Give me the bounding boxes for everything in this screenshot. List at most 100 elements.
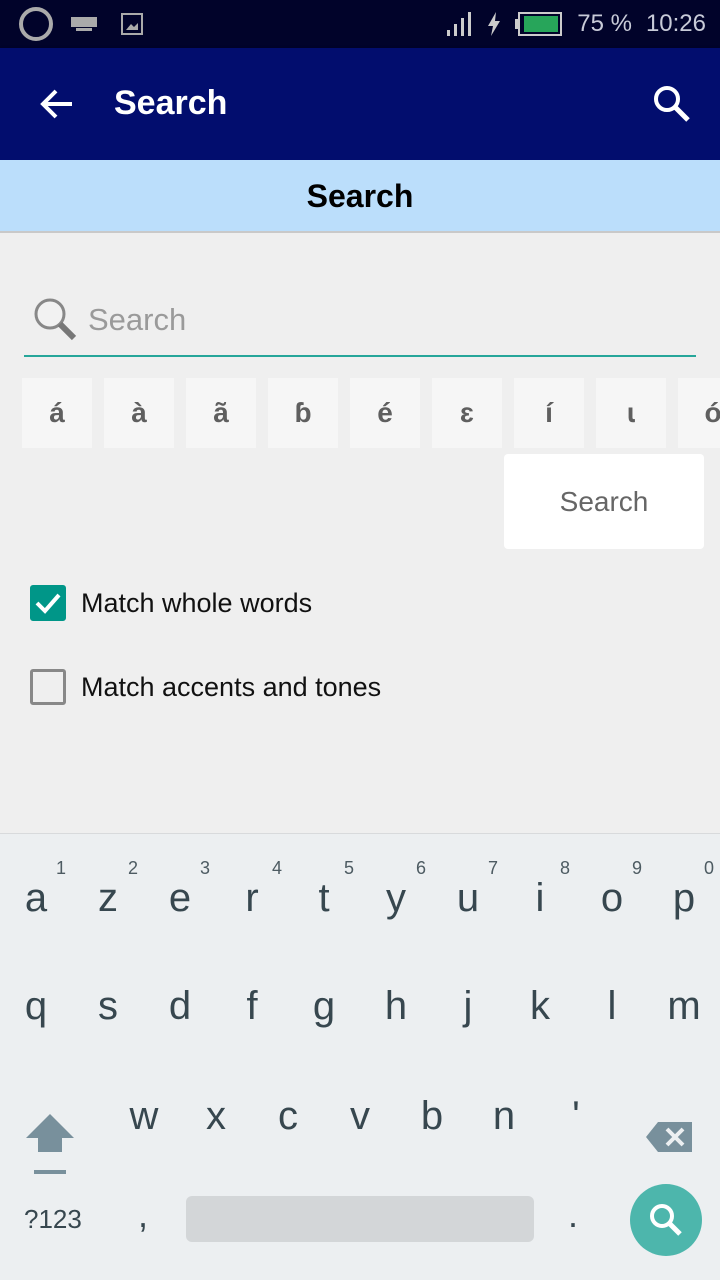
search-action-key[interactable]: [630, 1184, 702, 1256]
symbols-key[interactable]: ?123: [24, 1204, 82, 1235]
keyboard-icon: [71, 17, 97, 31]
key[interactable]: w: [108, 1062, 180, 1162]
char-button[interactable]: ã: [186, 378, 256, 448]
app-bar-title: Search: [114, 84, 228, 122]
key[interactable]: r4: [216, 844, 288, 944]
key-label: u: [456, 876, 480, 920]
char-button[interactable]: í: [514, 378, 584, 448]
key-hint: 1: [55, 858, 66, 878]
key-hint: 0: [703, 858, 714, 878]
key-label: x: [206, 1094, 226, 1138]
key[interactable]: c: [252, 1062, 324, 1162]
key-label: j: [463, 984, 473, 1028]
char-button[interactable]: ɓ: [268, 378, 338, 448]
key[interactable]: b: [396, 1062, 468, 1162]
key[interactable]: ': [540, 1062, 612, 1162]
key[interactable]: y6: [360, 844, 432, 944]
key-label: h: [384, 984, 408, 1028]
key-label: l: [607, 984, 617, 1028]
key-label: w: [129, 1094, 159, 1138]
key[interactable]: n: [468, 1062, 540, 1162]
key-hint: 3: [199, 858, 210, 878]
backspace-icon[interactable]: [644, 1120, 694, 1154]
status-bar: 75 % 10:26: [0, 0, 720, 48]
clock: 10:26: [645, 10, 706, 37]
key-label: q: [24, 984, 48, 1028]
checkbox-checked[interactable]: [30, 585, 66, 621]
key[interactable]: z2: [72, 844, 144, 944]
key-label: z: [98, 876, 118, 920]
key[interactable]: q: [0, 952, 72, 1052]
period-key[interactable]: .: [568, 1194, 578, 1236]
checkbox-unchecked[interactable]: [30, 669, 66, 705]
key-label: s: [98, 984, 118, 1028]
key[interactable]: o9: [576, 844, 648, 944]
back-arrow-icon[interactable]: [38, 86, 74, 122]
key[interactable]: l: [576, 952, 648, 1052]
special-characters-bar: á à ã ɓ é ɛ í ɩ ó: [22, 378, 720, 448]
key[interactable]: v: [324, 1062, 396, 1162]
char-button[interactable]: á: [22, 378, 92, 448]
checkmark-icon: [35, 593, 61, 614]
key[interactable]: j: [432, 952, 504, 1052]
key-label: n: [492, 1094, 516, 1138]
key-hint: 5: [343, 858, 354, 878]
key-label: r: [245, 876, 259, 920]
key-label: m: [667, 984, 701, 1028]
key[interactable]: k: [504, 952, 576, 1052]
signal-icon: [447, 12, 472, 36]
key-label: d: [168, 984, 192, 1028]
magnifier-icon: [34, 298, 77, 341]
key-label: k: [530, 984, 550, 1028]
char-button[interactable]: é: [350, 378, 420, 448]
key[interactable]: x: [180, 1062, 252, 1162]
search-input[interactable]: [88, 298, 678, 342]
key[interactable]: d: [144, 952, 216, 1052]
key-label: g: [312, 984, 336, 1028]
search-button[interactable]: Search: [504, 454, 704, 549]
battery-icon: [515, 12, 563, 36]
key[interactable]: p0: [648, 844, 720, 944]
key-hint: 4: [271, 858, 282, 878]
key[interactable]: s: [72, 952, 144, 1052]
key-hint: 9: [631, 858, 642, 878]
keyboard: a1z2e3r4t5y6u7i8o9p0 qsdfghjklm w x c v b n ' …: [0, 833, 720, 1280]
key-hint: 8: [559, 858, 570, 878]
key[interactable]: e3: [144, 844, 216, 944]
charging-icon: [488, 12, 501, 36]
key-label: v: [350, 1094, 370, 1138]
char-button[interactable]: ɩ: [596, 378, 666, 448]
char-button[interactable]: ɛ: [432, 378, 502, 448]
key[interactable]: h: [360, 952, 432, 1052]
key[interactable]: g: [288, 952, 360, 1052]
image-icon: [121, 13, 143, 35]
comma-key[interactable]: ,: [138, 1194, 148, 1236]
section-header: Search: [0, 160, 720, 233]
key[interactable]: t5: [288, 844, 360, 944]
match-whole-words-checkbox[interactable]: Match whole words: [30, 585, 312, 621]
key[interactable]: i8: [504, 844, 576, 944]
key[interactable]: m: [648, 952, 720, 1052]
key-hint: 6: [415, 858, 426, 878]
shift-icon[interactable]: [24, 1112, 76, 1178]
checkbox-label: Match accents and tones: [81, 671, 382, 702]
app-bar: Search: [0, 48, 720, 160]
key-hint: 7: [487, 858, 498, 878]
space-bar[interactable]: [186, 1196, 534, 1242]
search-icon[interactable]: [652, 84, 692, 124]
key[interactable]: a1: [0, 844, 72, 944]
battery-percent: 75 %: [577, 10, 632, 37]
key[interactable]: f: [216, 952, 288, 1052]
match-accents-checkbox[interactable]: Match accents and tones: [30, 669, 381, 705]
key-label: b: [420, 1094, 444, 1138]
key-hint: 2: [127, 858, 138, 878]
checkbox-label: Match whole words: [81, 587, 313, 618]
char-button[interactable]: ó: [678, 378, 720, 448]
key[interactable]: u7: [432, 844, 504, 944]
char-button[interactable]: à: [104, 378, 174, 448]
key-label: a: [24, 876, 48, 920]
key-label: p: [672, 876, 696, 920]
key-label: o: [600, 876, 624, 920]
search-field[interactable]: [24, 288, 696, 357]
key-label: f: [246, 984, 258, 1028]
